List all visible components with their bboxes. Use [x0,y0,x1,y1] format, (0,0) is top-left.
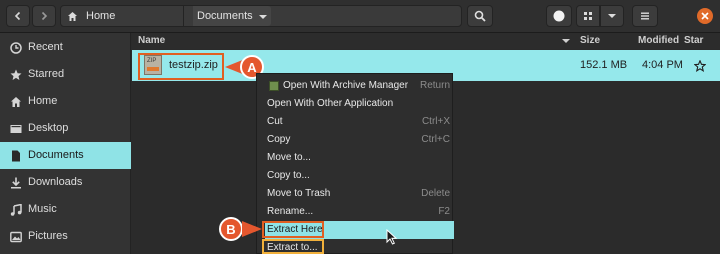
hamburger-icon [641,12,649,20]
menu-item-move-to-trash[interactable]: Move to Trash Delete [265,185,454,203]
breadcrumb-documents[interactable]: Documents [193,6,271,26]
sidebar-item-recent[interactable]: Recent [0,34,131,61]
breadcrumb: Home Documents [60,5,462,27]
breadcrumb-documents-label: Documents [197,10,253,22]
sidebar-item-label: Recent [28,41,63,53]
menu-item-shortcut: Ctrl+X [421,116,450,127]
callout-badge-b: B [219,217,243,241]
menu-item-shortcut: Return [419,80,450,91]
callout-box-b [262,221,324,238]
sidebar-item-label: Starred [28,68,65,80]
document-icon [12,150,20,162]
breadcrumb-home-label: Home [86,10,116,22]
chevron-left-icon [14,11,21,21]
sidebar-item-documents[interactable]: Documents [0,142,131,169]
menu-item-label: Copy to... [267,170,310,181]
cursor-icon [386,229,398,245]
sidebar-item-downloads[interactable]: Downloads [0,169,131,196]
breadcrumb-divider [183,6,184,26]
star-outline-icon[interactable] [694,60,706,72]
home-icon [11,97,21,107]
picture-icon [10,231,22,243]
sidebar-item-label: Music [28,203,57,215]
view-options-button[interactable] [546,5,572,27]
download-icon [11,177,21,189]
column-modified[interactable]: Modified [638,35,679,46]
header-bar: Home Documents [0,0,720,33]
back-button[interactable] [6,5,30,27]
menu-item-rename[interactable]: Rename... F2 [265,203,454,221]
music-icon [10,204,22,216]
sidebar-item-home[interactable]: Home [0,88,131,115]
sidebar-item-label: Documents [28,149,84,161]
search-icon [474,10,486,22]
file-modified: 4:04 PM [642,59,683,71]
grid-icon [584,12,592,20]
menu-item-label: Open With Archive Manager [283,80,409,91]
sort-chevron-icon [562,39,570,43]
menu-item-copy-to[interactable]: Copy to... [265,167,454,185]
chevron-down-icon [608,14,616,18]
column-header: Name Size Modified Star [132,33,720,49]
home-icon [68,11,77,21]
star-icon [10,69,22,80]
menu-item-label: Open With Other Application [267,98,394,109]
sidebar-item-music[interactable]: Music [0,196,131,223]
clock-icon [10,42,22,54]
callout-box-a [138,53,224,80]
menu-item-label: Move to... [267,152,311,163]
sidebar-item-starred[interactable]: Starred [0,61,131,88]
desktop-icon [10,125,22,133]
menu-item-move-to[interactable]: Move to... [265,149,454,167]
menu-item-shortcut: Delete [421,188,450,199]
menu-item-label: Move to Trash [267,188,331,199]
menu-item-label: Rename... [267,206,314,217]
chevron-down-icon [259,15,267,19]
callout-box-extract-to [262,239,324,254]
file-size: 152.1 MB [580,59,628,71]
menu-item-label: Copy [267,134,291,145]
sidebar-item-label: Pictures [28,230,68,242]
grid-view-button[interactable] [576,5,600,27]
menu-item-copy[interactable]: Copy Ctrl+C [265,131,454,149]
callout-pointer-b [242,221,262,237]
column-size[interactable]: Size [580,35,600,46]
menu-item-open-with-archive-manager[interactable]: Open With Archive Manager Return [265,77,454,95]
menu-item-shortcut: Ctrl+C [421,134,450,145]
sidebar: Recent Starred Home Desktop Documents Do… [0,33,131,254]
column-star[interactable]: Star [684,35,703,46]
close-button[interactable] [697,8,713,24]
sidebar-item-label: Downloads [28,176,83,188]
archive-icon [269,81,279,91]
sidebar-item-label: Home [28,95,58,107]
menu-item-open-with-other-application[interactable]: Open With Other Application [265,95,454,113]
column-name[interactable]: Name [138,35,165,46]
close-icon [701,12,709,20]
sidebar-item-pictures[interactable]: Pictures [0,223,131,250]
sidebar-item-desktop[interactable]: Desktop [0,115,131,142]
breadcrumb-home[interactable]: Home [67,6,115,26]
chevron-right-icon [41,11,48,21]
search-button[interactable] [467,5,493,27]
menu-item-shortcut: F2 [438,206,450,217]
forward-button[interactable] [32,5,56,27]
sidebar-item-label: Desktop [28,122,69,134]
menu-item-label: Cut [267,116,283,127]
menu-button[interactable] [632,5,658,27]
menu-item-cut[interactable]: Cut Ctrl+X [265,113,454,131]
view-dropdown-button[interactable] [600,5,624,27]
circle-icon [553,10,565,22]
